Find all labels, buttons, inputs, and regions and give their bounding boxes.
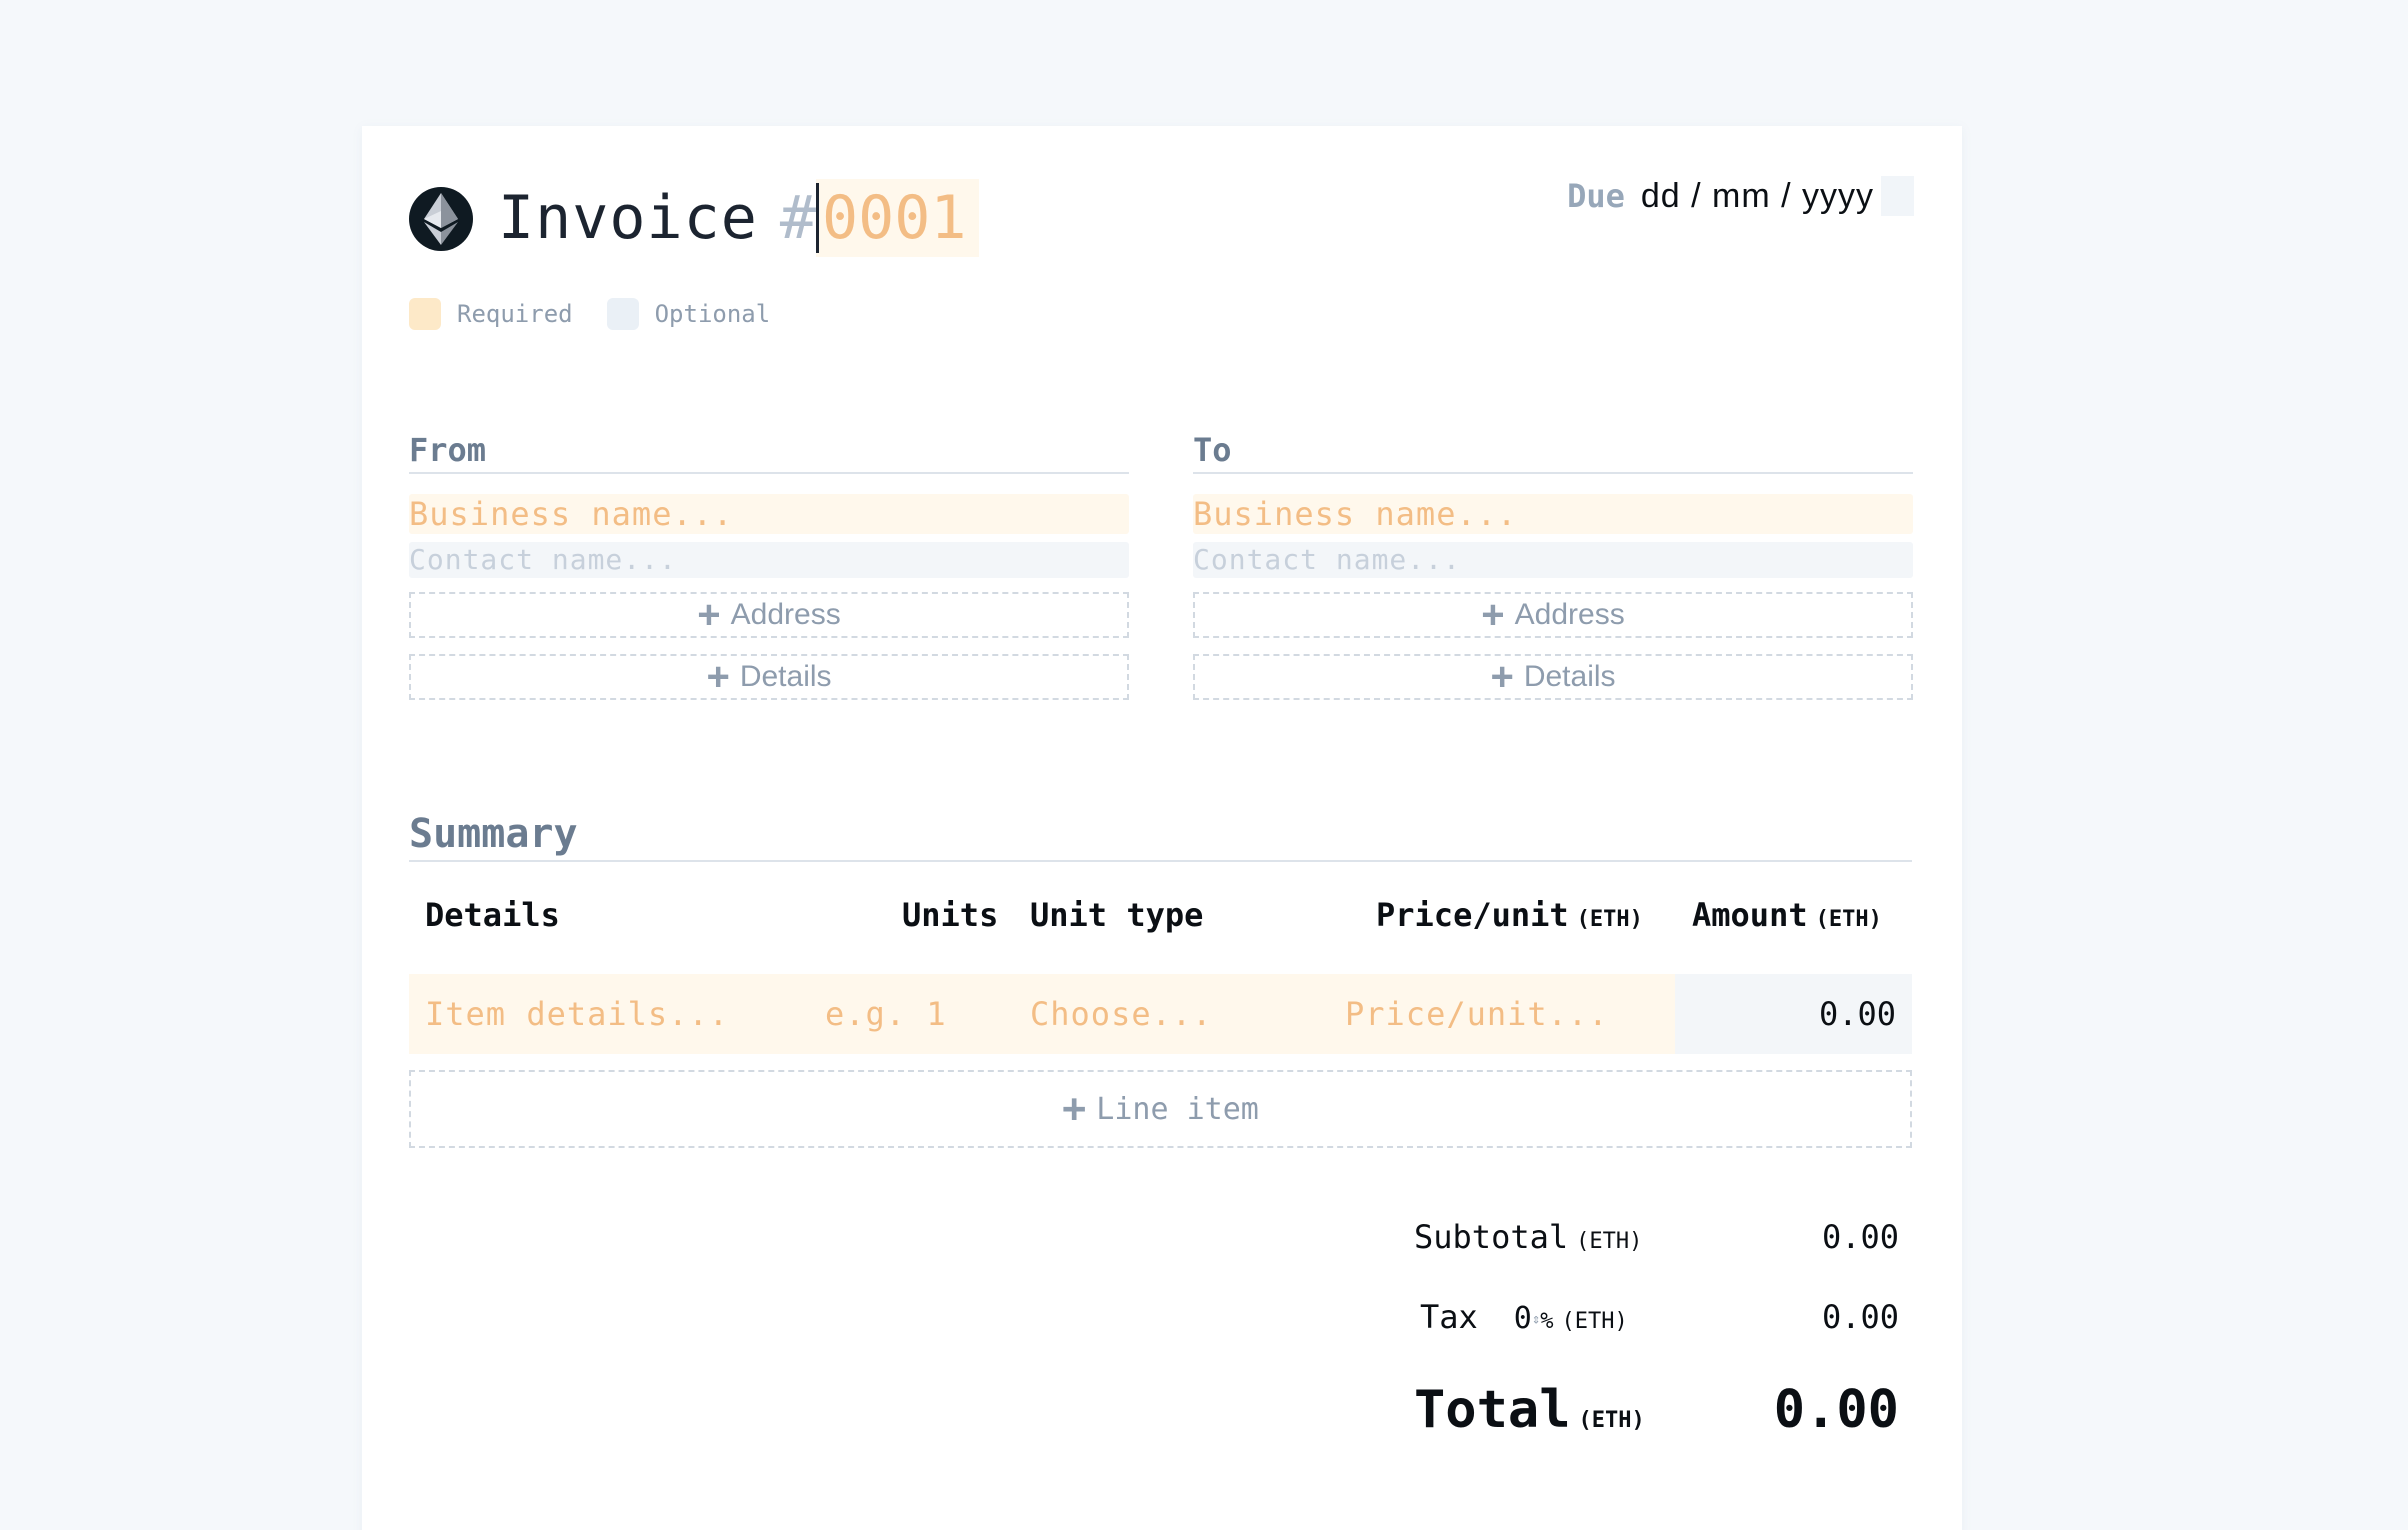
- subtotal-text: Subtotal: [1414, 1218, 1569, 1256]
- tax-percent-sign: %: [1540, 1309, 1554, 1334]
- add-line-item-button[interactable]: + Line item: [409, 1070, 1912, 1148]
- to-add-address-label: Address: [1514, 598, 1625, 631]
- from-business-name-input[interactable]: Business name...: [409, 494, 1129, 534]
- from-add-address-label: Address: [730, 598, 841, 631]
- price-unit-currency: (ETH): [1576, 907, 1643, 932]
- amount-label: Amount: [1692, 896, 1808, 934]
- to-heading: To: [1193, 426, 1913, 474]
- due-date: Due dd / mm / yyyy: [1567, 176, 1914, 216]
- details-column-header: Details: [425, 896, 560, 934]
- amount-column-header: Amount (ETH): [1692, 896, 1882, 934]
- amount-currency: (ETH): [1815, 907, 1882, 932]
- summary-heading: Summary: [409, 806, 1912, 862]
- price-unit-label: Price/unit: [1376, 896, 1569, 934]
- subtotal-currency: (ETH): [1576, 1229, 1643, 1254]
- text-cursor: [816, 183, 819, 253]
- plus-icon: +: [706, 655, 730, 699]
- tax-rate-input[interactable]: 0⇕%: [1514, 1301, 1554, 1336]
- plus-icon: +: [1481, 593, 1505, 637]
- tax-rate-value: 0: [1513, 1301, 1532, 1336]
- total-value: 0.00: [1773, 1380, 1899, 1440]
- total-text: Total: [1414, 1380, 1571, 1440]
- plus-icon: +: [1062, 1086, 1087, 1132]
- plus-icon: +: [1490, 655, 1514, 699]
- subtotal-value: 0.00: [1821, 1218, 1899, 1256]
- invoice-number-value: 0001: [822, 183, 967, 253]
- price-unit-column-header: Price/unit (ETH): [1376, 896, 1643, 934]
- required-legend-label: Required: [457, 300, 573, 328]
- to-add-details-label: Details: [1523, 660, 1616, 693]
- hash-sign: #: [779, 183, 816, 253]
- total-row-label: Total (ETH): [1414, 1380, 1645, 1440]
- unit-type-select[interactable]: Choose...: [1030, 974, 1212, 1054]
- line-amount-value: 0.00: [1675, 974, 1912, 1054]
- from-contact-name-input[interactable]: Contact name...: [409, 542, 1129, 578]
- to-section: To Business name... Contact name... + Ad…: [1193, 426, 1913, 700]
- from-heading: From: [409, 426, 1129, 474]
- tax-text: Tax: [1420, 1298, 1478, 1336]
- from-add-address-button[interactable]: + Address: [409, 592, 1129, 638]
- to-add-details-button[interactable]: + Details: [1193, 654, 1913, 700]
- from-add-details-label: Details: [739, 660, 832, 693]
- plus-icon: +: [697, 593, 721, 637]
- invoice-number-input[interactable]: 0001: [816, 179, 979, 257]
- total-currency: (ETH): [1578, 1408, 1645, 1433]
- line-item-row: Item details... e.g. 1 Choose... Price/u…: [409, 974, 1912, 1054]
- invoice-title: Invoice # 0001: [498, 178, 979, 258]
- invoice-card: Invoice # 0001 Due dd / mm / yyyy Requir…: [362, 126, 1962, 1530]
- add-line-item-label: Line item: [1096, 1091, 1259, 1127]
- tax-value: 0.00: [1821, 1298, 1899, 1336]
- units-input[interactable]: e.g. 1: [825, 974, 947, 1054]
- unit-type-column-header: Unit type: [1030, 896, 1204, 934]
- to-business-name-input[interactable]: Business name...: [1193, 494, 1913, 534]
- from-add-details-button[interactable]: + Details: [409, 654, 1129, 700]
- ethereum-logo-icon: [409, 187, 473, 251]
- tax-currency: (ETH): [1561, 1309, 1628, 1334]
- from-section: From Business name... Contact name... + …: [409, 426, 1129, 700]
- price-unit-input[interactable]: Price/unit...: [1345, 974, 1608, 1054]
- due-date-input[interactable]: dd / mm / yyyy: [1640, 176, 1914, 216]
- invoice-title-text: Invoice: [498, 183, 758, 253]
- to-add-address-button[interactable]: + Address: [1193, 592, 1913, 638]
- required-swatch: [409, 298, 441, 330]
- item-details-input[interactable]: Item details...: [425, 974, 729, 1054]
- subtotal-label: Subtotal (ETH): [1414, 1218, 1642, 1256]
- to-contact-name-input[interactable]: Contact name...: [1193, 542, 1913, 578]
- optional-legend-label: Optional: [654, 300, 771, 328]
- units-column-header: Units: [902, 896, 999, 934]
- optional-swatch: [606, 298, 639, 330]
- tax-row-label: Tax 0⇕% (ETH): [1420, 1298, 1628, 1336]
- due-label: Due: [1567, 177, 1625, 215]
- field-legend: Required Optional: [409, 298, 770, 330]
